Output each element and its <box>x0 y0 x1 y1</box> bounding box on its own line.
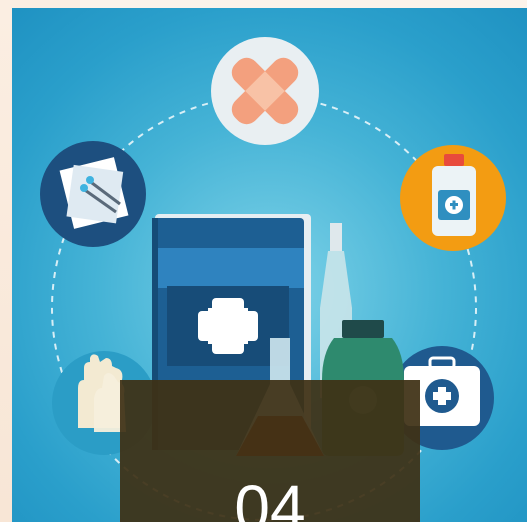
gauze-pins-icon <box>40 141 146 247</box>
slide-number: 04 <box>234 472 306 522</box>
hero-image: 04 <box>12 8 527 522</box>
slide-number-overlay: 04 <box>120 380 420 522</box>
bandage-icon <box>211 37 319 145</box>
medicine-bottle-icon <box>400 145 506 251</box>
